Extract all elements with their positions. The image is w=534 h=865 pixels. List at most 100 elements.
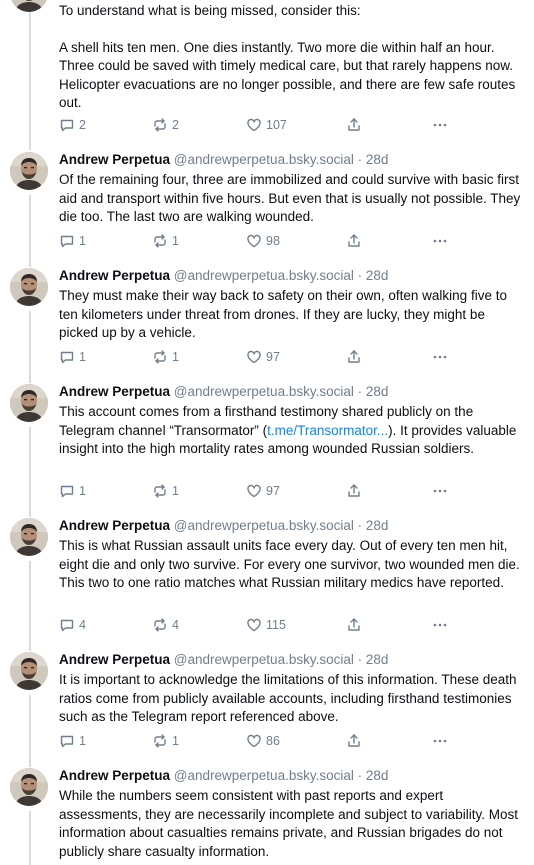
- post-header: Andrew Perpetua @andrewperpetua.bsky.soc…: [59, 651, 388, 669]
- repost-button[interactable]: 2: [152, 117, 179, 133]
- more-options-button[interactable]: [432, 349, 448, 365]
- thread-feed: To understand what is being missed, cons…: [0, 0, 534, 865]
- author-name[interactable]: Andrew Perpetua: [59, 768, 170, 783]
- separator: ·: [357, 268, 363, 283]
- repost-icon: [152, 233, 168, 249]
- repost-button[interactable]: 1: [152, 733, 179, 749]
- author-handle[interactable]: @andrewperpetua.bsky.social: [174, 384, 354, 399]
- share-button[interactable]: [346, 733, 362, 749]
- post[interactable]: To understand what is being missed, cons…: [0, 0, 534, 150]
- more-options-button[interactable]: [432, 733, 448, 749]
- thread-line: [29, 195, 31, 267]
- post-text: This account comes from a firsthand test…: [59, 403, 521, 459]
- heart-icon: [246, 483, 262, 499]
- reply-button[interactable]: 4: [59, 617, 86, 633]
- avatar[interactable]: [10, 0, 48, 12]
- heart-icon: [246, 733, 262, 749]
- author-handle[interactable]: @andrewperpetua.bsky.social: [174, 518, 354, 533]
- reply-icon: [59, 117, 75, 133]
- like-button[interactable]: 86: [246, 733, 280, 749]
- repost-icon: [152, 617, 168, 633]
- author-name[interactable]: Andrew Perpetua: [59, 268, 170, 283]
- post-time[interactable]: 28d: [366, 384, 389, 399]
- post-time[interactable]: 28d: [366, 268, 389, 283]
- avatar[interactable]: [10, 152, 48, 190]
- author-name[interactable]: Andrew Perpetua: [59, 652, 170, 667]
- repost-button[interactable]: 1: [152, 483, 179, 499]
- thread-line: [29, 695, 31, 767]
- like-button[interactable]: 97: [246, 483, 280, 499]
- post-text-paragraph: A shell hits ten men. One dies instantly…: [59, 39, 516, 111]
- author-handle[interactable]: @andrewperpetua.bsky.social: [174, 152, 354, 167]
- reply-icon: [59, 349, 75, 365]
- more-options-button[interactable]: [432, 117, 448, 133]
- author-name[interactable]: Andrew Perpetua: [59, 384, 170, 399]
- avatar[interactable]: [10, 268, 48, 306]
- thread-line: [29, 311, 31, 383]
- reply-button[interactable]: 2: [59, 117, 86, 133]
- post-actions: 2 2 107: [59, 117, 479, 135]
- like-button[interactable]: 115: [246, 617, 286, 633]
- post-actions: 4 4 115: [59, 617, 479, 635]
- reply-icon: [59, 733, 75, 749]
- like-count: 98: [266, 234, 280, 248]
- more-icon: [432, 233, 448, 249]
- post[interactable]: Andrew Perpetua @andrewperpetua.bsky.soc…: [0, 383, 534, 517]
- reply-button[interactable]: 1: [59, 233, 86, 249]
- post-time[interactable]: 28d: [366, 652, 389, 667]
- post-text-line: To understand what is being missed, cons…: [59, 3, 361, 18]
- post[interactable]: Andrew Perpetua @andrewperpetua.bsky.soc…: [0, 767, 534, 865]
- repost-count: 4: [172, 618, 179, 632]
- post-text: Of the remaining four, three are immobil…: [59, 172, 521, 224]
- post[interactable]: Andrew Perpetua @andrewperpetua.bsky.soc…: [0, 517, 534, 651]
- post-time[interactable]: 28d: [366, 768, 389, 783]
- thread-line: [29, 811, 31, 865]
- reply-icon: [59, 233, 75, 249]
- avatar[interactable]: [10, 518, 48, 556]
- author-name[interactable]: Andrew Perpetua: [59, 518, 170, 533]
- reply-button[interactable]: 1: [59, 483, 86, 499]
- post-text: To understand what is being missed, cons…: [59, 2, 521, 113]
- share-button[interactable]: [346, 117, 362, 133]
- more-options-button[interactable]: [432, 617, 448, 633]
- share-button[interactable]: [346, 483, 362, 499]
- more-options-button[interactable]: [432, 233, 448, 249]
- post-header: Andrew Perpetua @andrewperpetua.bsky.soc…: [59, 151, 388, 169]
- like-button[interactable]: 98: [246, 233, 280, 249]
- author-handle[interactable]: @andrewperpetua.bsky.social: [174, 652, 354, 667]
- heart-icon: [246, 117, 262, 133]
- share-icon: [346, 349, 362, 365]
- repost-button[interactable]: 4: [152, 617, 179, 633]
- repost-button[interactable]: 1: [152, 233, 179, 249]
- share-button[interactable]: [346, 617, 362, 633]
- author-handle[interactable]: @andrewperpetua.bsky.social: [174, 268, 354, 283]
- repost-button[interactable]: 1: [152, 349, 179, 365]
- share-button[interactable]: [346, 233, 362, 249]
- like-button[interactable]: 97: [246, 349, 280, 365]
- repost-count: 1: [172, 350, 179, 364]
- separator: ·: [357, 652, 363, 667]
- post[interactable]: Andrew Perpetua @andrewperpetua.bsky.soc…: [0, 267, 534, 383]
- avatar[interactable]: [10, 384, 48, 422]
- like-count: 86: [266, 734, 280, 748]
- author-handle[interactable]: @andrewperpetua.bsky.social: [174, 768, 354, 783]
- share-button[interactable]: [346, 349, 362, 365]
- reply-count: 2: [79, 118, 86, 132]
- avatar[interactable]: [10, 652, 48, 690]
- avatar[interactable]: [10, 768, 48, 806]
- share-icon: [346, 233, 362, 249]
- heart-icon: [246, 233, 262, 249]
- telegram-link[interactable]: t.me/Transormator...: [267, 423, 388, 438]
- like-button[interactable]: 107: [246, 117, 287, 133]
- author-name[interactable]: Andrew Perpetua: [59, 152, 170, 167]
- reply-button[interactable]: 1: [59, 733, 86, 749]
- post-text: It is important to acknowledge the limit…: [59, 672, 517, 724]
- repost-icon: [152, 733, 168, 749]
- post[interactable]: Andrew Perpetua @andrewperpetua.bsky.soc…: [0, 151, 534, 267]
- repost-count: 1: [172, 484, 179, 498]
- post-time[interactable]: 28d: [366, 518, 389, 533]
- post-time[interactable]: 28d: [366, 152, 389, 167]
- reply-button[interactable]: 1: [59, 349, 86, 365]
- post[interactable]: Andrew Perpetua @andrewperpetua.bsky.soc…: [0, 651, 534, 767]
- more-options-button[interactable]: [432, 483, 448, 499]
